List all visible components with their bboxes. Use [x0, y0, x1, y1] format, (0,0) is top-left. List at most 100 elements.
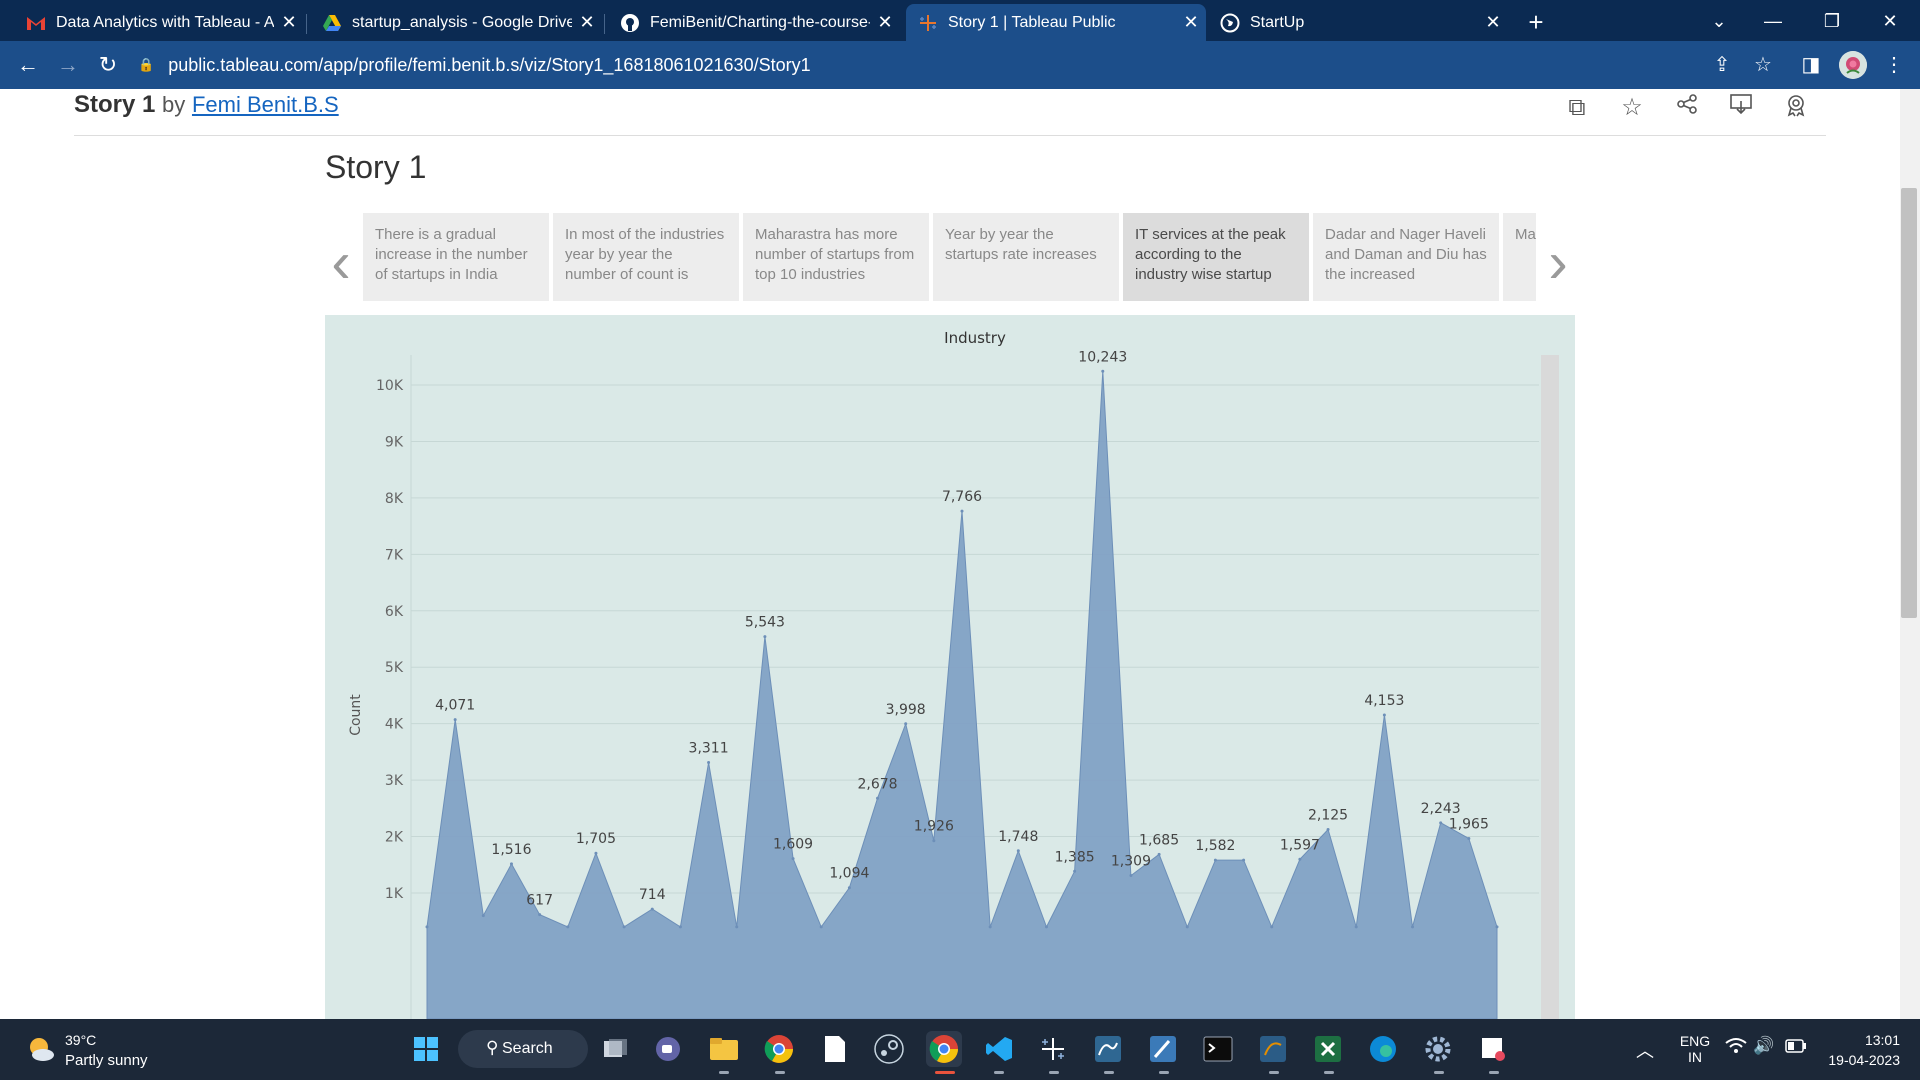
data-label: 1,385	[1055, 849, 1095, 865]
story-point-4[interactable]: Year by year the startups rate increases	[933, 213, 1119, 301]
weather-icon[interactable]	[26, 1035, 56, 1068]
close-icon[interactable]: ✕	[1176, 12, 1206, 33]
data-point	[1073, 869, 1077, 873]
language-indicator[interactable]: ENG IN	[1675, 1033, 1715, 1065]
data-label: 1,705	[576, 831, 616, 847]
chrome-active-icon[interactable]	[926, 1031, 962, 1067]
previous-story-point-arrow[interactable]: ‹	[326, 234, 356, 295]
mysql-dolphin-icon[interactable]	[1255, 1031, 1291, 1067]
battery-icon[interactable]	[1785, 1039, 1807, 1058]
reload-icon[interactable]: ↻	[92, 49, 124, 81]
task-view-icon[interactable]	[598, 1031, 634, 1067]
story-point-2[interactable]: In most of the industries year by year t…	[553, 213, 739, 301]
story-point-3[interactable]: Maharastra has more number of startups f…	[743, 213, 929, 301]
close-icon[interactable]: ✕	[274, 12, 304, 33]
data-label: 2,243	[1421, 801, 1461, 817]
clock[interactable]: 13:01 19-04-2023	[1818, 1032, 1900, 1068]
language-code: ENG	[1679, 1033, 1711, 1049]
y-tick-label: 5K	[385, 660, 404, 676]
vscode-icon[interactable]	[981, 1031, 1017, 1067]
story-point-caption: In most of the industries year by year t…	[565, 226, 725, 283]
tab-title: StartUp	[1250, 13, 1305, 31]
taskbar-search[interactable]: ⚲ Search	[458, 1030, 588, 1068]
close-icon[interactable]: ✕	[572, 12, 602, 33]
story-point-caption: Ma 10 nu	[1515, 226, 1536, 243]
windows-start-icon[interactable]	[408, 1031, 444, 1067]
share-icon[interactable]: ⇪	[1708, 51, 1736, 79]
favorite-star-icon[interactable]: ☆	[1617, 93, 1647, 123]
data-point	[735, 925, 739, 929]
y-tick-label: 7K	[385, 547, 404, 563]
excel-icon[interactable]	[1310, 1031, 1346, 1067]
volume-icon[interactable]: 🔊	[1753, 1036, 1774, 1056]
data-label: 1,926	[914, 819, 954, 835]
story-point-5-active[interactable]: IT services at the peak according to the…	[1123, 213, 1309, 301]
tab-google-drive[interactable]: startup_analysis - Google Drive ✕	[310, 4, 602, 41]
wifi-icon[interactable]	[1725, 1037, 1747, 1060]
industry-area-chart[interactable]: 10K 9K 8K 7K 6K 5K 4K 3K 2K 1K Industry Count 4,071 1…	[325, 315, 1575, 1019]
story-point-6[interactable]: Dadar and Nager Haveli and Daman and Diu…	[1313, 213, 1499, 301]
next-story-point-arrow[interactable]: ›	[1543, 234, 1573, 295]
tableau-desktop-icon[interactable]	[1035, 1031, 1071, 1067]
close-icon[interactable]: ✕	[870, 12, 900, 33]
minimize-icon[interactable]: —	[1749, 6, 1797, 36]
settings-gear-icon[interactable]	[1420, 1031, 1456, 1067]
tableau-icon	[918, 13, 938, 33]
y-tick-label: 4K	[385, 717, 404, 733]
y-axis-title: Count	[348, 694, 364, 736]
share-icon[interactable]	[1672, 93, 1702, 123]
file-explorer-icon[interactable]	[706, 1031, 742, 1067]
chevron-down-icon[interactable]: ⌄	[1695, 6, 1743, 36]
address-bar[interactable]: 🔒 public.tableau.com/app/profile/femi.be…	[138, 47, 1778, 83]
forward-arrow-icon[interactable]: →	[52, 49, 84, 81]
url-text: public.tableau.com/app/profile/femi.beni…	[168, 54, 811, 75]
globe-icon	[1220, 13, 1240, 33]
chevron-up-icon[interactable]: ︿	[1636, 1037, 1654, 1063]
tab-startup[interactable]: StartUp ✕	[1208, 4, 1508, 41]
data-label: 2,678	[857, 776, 897, 792]
scrollbar-thumb[interactable]	[1901, 188, 1917, 618]
terminal-icon[interactable]	[1200, 1031, 1236, 1067]
story-point-7[interactable]: Ma 10 nu	[1503, 213, 1536, 301]
award-icon[interactable]	[1781, 93, 1811, 123]
tab-gmail[interactable]: Data Analytics with Tableau - AM ✕	[14, 4, 304, 41]
app-running-indicator	[1489, 1071, 1499, 1074]
data-point	[707, 761, 711, 765]
by-label: by	[162, 92, 186, 117]
weather-description: Partly sunny	[65, 1052, 148, 1069]
data-label: 3,998	[886, 702, 926, 718]
clock-date: 19-04-2023	[1828, 1052, 1900, 1068]
teams-chat-icon[interactable]	[650, 1031, 686, 1067]
notepad-file-icon[interactable]	[817, 1031, 853, 1067]
snipping-tool-icon[interactable]	[1475, 1031, 1511, 1067]
steam-icon[interactable]	[871, 1031, 907, 1067]
gmail-icon	[26, 13, 46, 33]
close-window-icon[interactable]: ✕	[1866, 6, 1914, 36]
profile-avatar[interactable]	[1839, 51, 1867, 79]
data-point	[594, 851, 598, 855]
restore-icon[interactable]: ❐	[1808, 6, 1856, 36]
download-icon[interactable]	[1726, 93, 1756, 123]
browser-menu-icon[interactable]: ⋮	[1880, 51, 1908, 79]
data-point	[1101, 369, 1105, 373]
tab-tableau-story[interactable]: Story 1 | Tableau Public ✕	[906, 4, 1206, 41]
chrome-icon[interactable]	[761, 1031, 797, 1067]
new-tab-button[interactable]: +	[1520, 7, 1552, 39]
close-icon[interactable]: ✕	[1478, 12, 1508, 33]
data-point	[960, 509, 964, 513]
data-point	[847, 886, 851, 890]
tab-github[interactable]: FemiBenit/Charting-the-course-c ✕	[608, 4, 900, 41]
bookmark-star-icon[interactable]: ☆	[1749, 51, 1777, 79]
edge-icon[interactable]	[1365, 1031, 1401, 1067]
viz-name: Story 1	[74, 91, 156, 118]
story-point-1[interactable]: There is a gradual increase in the numbe…	[363, 213, 549, 301]
author-link[interactable]: Femi Benit.B.S	[192, 92, 339, 117]
mysql-workbench-icon[interactable]	[1090, 1031, 1126, 1067]
side-panel-icon[interactable]: ◨	[1797, 51, 1825, 79]
copy-icon[interactable]: ⧉	[1562, 93, 1592, 123]
sql-tool-icon[interactable]	[1145, 1031, 1181, 1067]
back-arrow-icon[interactable]: ←	[12, 49, 44, 81]
story-point-caption: There is a gradual increase in the numbe…	[375, 226, 528, 283]
app-running-indicator	[1324, 1071, 1334, 1074]
story-point-caption: Dadar and Nager Haveli and Daman and Diu…	[1325, 226, 1487, 283]
